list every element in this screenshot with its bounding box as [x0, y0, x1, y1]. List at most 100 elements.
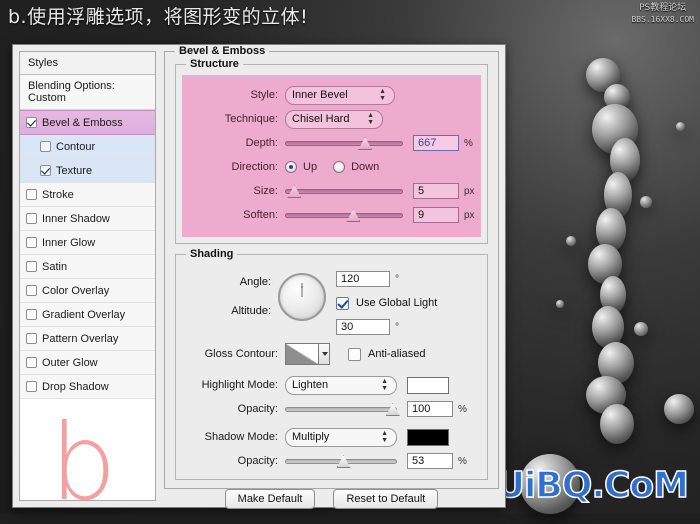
structure-fields: Style: Inner Bevel ▲ ▼ Technique: Chisel… — [182, 75, 481, 237]
metal-blob — [634, 322, 648, 336]
highlight-opacity-label: Opacity: — [237, 403, 278, 415]
highlight-opacity-input[interactable]: 100 — [407, 401, 453, 417]
depth-slider[interactable] — [285, 136, 403, 150]
altitude-label-cell: Altitude: — [182, 297, 278, 325]
use-global-light-row[interactable]: Use Global Light — [336, 291, 481, 315]
sidebar-item-satin[interactable]: Satin — [20, 255, 155, 279]
metal-blob — [640, 196, 652, 208]
checkbox-pattern-overlay[interactable] — [26, 333, 37, 344]
gloss-contour-label: Gloss Contour: — [204, 348, 278, 360]
dialog-footer: Make Default Reset to Default — [164, 489, 499, 509]
shadow-mode-select-wrap[interactable]: Multiply ▲ ▼ — [285, 427, 397, 447]
checkbox-contour[interactable] — [40, 141, 51, 152]
radio-direction-up[interactable] — [285, 161, 297, 173]
angle-label-cell: Angle: — [182, 267, 278, 297]
sidebar-item-texture[interactable]: Texture — [20, 159, 155, 183]
technique-select[interactable]: Chisel Hard — [285, 109, 383, 129]
watermark-top: PS教程论坛 BBS.16XX8.COM — [631, 3, 694, 25]
checkbox-gradient-overlay[interactable] — [26, 309, 37, 320]
styles-sidebar: Styles Blending Options: Custom Bevel & … — [19, 51, 156, 516]
sidebar-item-label: Texture — [56, 164, 93, 177]
checkbox-drop-shadow[interactable] — [26, 381, 37, 392]
sidebar-item-label: Color Overlay — [42, 284, 110, 297]
soften-slider[interactable] — [285, 208, 403, 222]
checkbox-outer-glow[interactable] — [26, 357, 37, 368]
shadow-opacity-slider[interactable] — [285, 454, 397, 468]
reset-to-default-button[interactable]: Reset to Default — [333, 489, 439, 509]
gloss-contour-preview[interactable] — [285, 343, 319, 365]
direction-down-label: Down — [351, 161, 380, 173]
checkbox-color-overlay[interactable] — [26, 285, 37, 296]
checkbox-anti-aliased[interactable] — [348, 347, 361, 361]
slider-track — [285, 188, 403, 194]
sidebar-item-label: Pattern Overlay — [42, 332, 119, 345]
gloss-contour-row: Gloss Contour: Anti-aliased — [182, 339, 481, 369]
make-default-button[interactable]: Make Default — [224, 489, 316, 509]
checkbox-use-global-light[interactable] — [336, 296, 349, 310]
shadow-opacity-unit: % — [458, 455, 467, 467]
angle-input[interactable]: 120 — [336, 271, 390, 287]
altitude-input[interactable]: 30 — [336, 319, 390, 335]
preview-letter: b — [50, 402, 117, 524]
sidebar-item-bevel-emboss[interactable]: Bevel & Emboss — [20, 110, 155, 135]
shadow-color-swatch[interactable] — [407, 428, 449, 446]
altitude-value-row: 30 ° — [336, 315, 481, 339]
checkbox-inner-shadow[interactable] — [26, 213, 37, 224]
bevel-emboss-legend: Bevel & Emboss — [175, 45, 270, 57]
shadow-opacity-input[interactable]: 53 — [407, 453, 453, 469]
sidebar-item-label: Inner Shadow — [42, 212, 110, 225]
metal-blob — [566, 236, 576, 246]
sidebar-item-gradient-overlay[interactable]: Gradient Overlay — [20, 303, 155, 327]
sidebar-item-contour[interactable]: Contour — [20, 135, 155, 159]
style-select-wrap[interactable]: Inner Bevel ▲ ▼ — [285, 85, 395, 105]
size-slider[interactable] — [285, 184, 403, 198]
soften-input[interactable]: 9 — [413, 207, 459, 223]
sidebar-item-drop-shadow[interactable]: Drop Shadow — [20, 375, 155, 399]
metal-blob — [664, 394, 694, 424]
checkbox-texture[interactable] — [40, 165, 51, 176]
highlight-color-swatch[interactable] — [407, 376, 449, 394]
watermark-top-line2: BBS.16XX8.COM — [631, 15, 694, 24]
angle-value-row: 120 ° — [336, 267, 481, 291]
highlight-mode-select[interactable]: Lighten — [285, 375, 397, 395]
radio-direction-down[interactable] — [333, 161, 346, 173]
size-row: Size: 5 px — [182, 179, 481, 203]
size-label: Size: — [253, 185, 278, 197]
sidebar-item-label: Gradient Overlay — [42, 308, 126, 321]
sidebar-item-label: Stroke — [42, 188, 74, 201]
angle-dial[interactable] — [278, 273, 326, 321]
structure-group: Structure Style: Inner Bevel ▲ ▼ Techniqu… — [175, 58, 488, 244]
sidebar-item-pattern-overlay[interactable]: Pattern Overlay — [20, 327, 155, 351]
angle-unit: ° — [395, 273, 399, 285]
blending-options-item[interactable]: Blending Options: Custom — [20, 75, 155, 110]
altitude-label: Altitude: — [231, 305, 271, 317]
slider-track — [285, 212, 403, 218]
highlight-mode-select-wrap[interactable]: Lighten ▲ ▼ — [285, 375, 397, 395]
gloss-contour-dropdown-arrow-icon[interactable] — [319, 343, 330, 365]
shadow-mode-label: Shadow Mode: — [204, 431, 278, 443]
structure-legend: Structure — [186, 58, 243, 70]
slider-track — [285, 406, 397, 412]
direction-up-label: Up — [303, 161, 318, 173]
checkbox-satin[interactable] — [26, 261, 37, 272]
style-select[interactable]: Inner Bevel — [285, 85, 395, 105]
bevel-emboss-group: Bevel & Emboss Structure Style: Inner Be… — [164, 45, 499, 489]
sidebar-item-outer-glow[interactable]: Outer Glow — [20, 351, 155, 375]
sidebar-item-color-overlay[interactable]: Color Overlay — [20, 279, 155, 303]
checkbox-bevel-emboss[interactable] — [26, 117, 37, 128]
sidebar-item-inner-shadow[interactable]: Inner Shadow — [20, 207, 155, 231]
size-input[interactable]: 5 — [413, 183, 459, 199]
technique-select-wrap[interactable]: Chisel Hard ▲ ▼ — [285, 109, 383, 129]
checkbox-stroke[interactable] — [26, 189, 37, 200]
checkbox-inner-glow[interactable] — [26, 237, 37, 248]
shadow-mode-select[interactable]: Multiply — [285, 427, 397, 447]
sidebar-item-stroke[interactable]: Stroke — [20, 183, 155, 207]
sidebar-item-label: Drop Shadow — [42, 380, 109, 393]
sidebar-item-inner-glow[interactable]: Inner Glow — [20, 231, 155, 255]
direction-row: Direction: Up Down — [182, 155, 481, 179]
soften-unit: px — [464, 209, 475, 221]
metal-blob — [556, 300, 564, 308]
depth-input[interactable]: 667 — [413, 135, 459, 151]
sidebar-item-label: Satin — [42, 260, 68, 273]
highlight-opacity-slider[interactable] — [285, 402, 400, 416]
